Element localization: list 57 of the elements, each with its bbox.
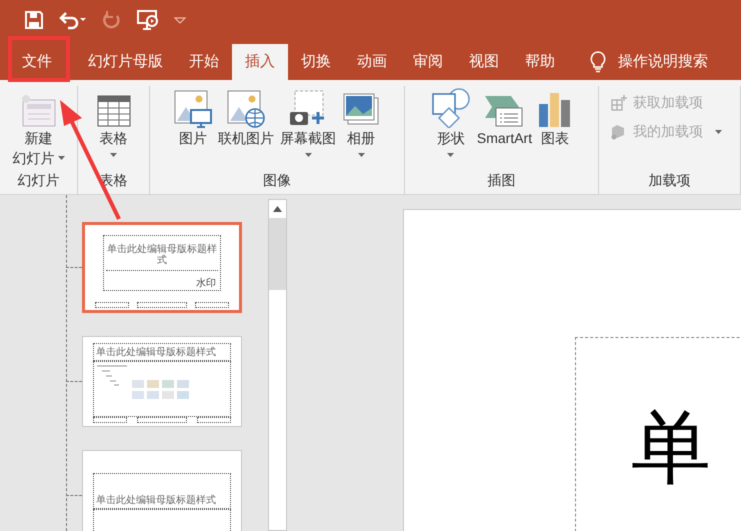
slide-title: 单 bbox=[631, 408, 712, 488]
ribbon-tab[interactable]: 审阅 bbox=[400, 44, 456, 80]
ribbon-button[interactable]: 图表 bbox=[536, 86, 574, 170]
group-label: 插图 bbox=[486, 171, 516, 190]
dropdown-caret-icon bbox=[358, 153, 364, 157]
ribbon-button[interactable]: SmartArt bbox=[474, 86, 534, 170]
thumbnail-title: 单击此处编辑母版标题样式 bbox=[96, 495, 216, 506]
undo-icon[interactable] bbox=[58, 10, 88, 30]
group-label: 幻灯片 bbox=[16, 171, 60, 190]
my-addins-icon bbox=[611, 124, 627, 140]
ribbon-tab[interactable]: 视图 bbox=[456, 44, 512, 80]
lightbulb-icon[interactable] bbox=[590, 51, 606, 73]
group-label: 加载项 bbox=[648, 171, 692, 190]
chart-icon bbox=[538, 92, 572, 128]
search-link[interactable]: 操作说明搜索 bbox=[618, 50, 708, 74]
dropdown-caret-icon bbox=[58, 156, 64, 160]
thumbnail-title: 单击此处编辑母版标题样式 bbox=[106, 242, 218, 268]
content-placeholder-icons bbox=[132, 380, 190, 400]
placeholder-box bbox=[137, 302, 187, 308]
ribbon-tab[interactable]: 切换 bbox=[288, 44, 344, 80]
thumbnail-title: 单击此处编辑母版标题样式 bbox=[96, 346, 216, 358]
slideshow-icon[interactable] bbox=[136, 9, 160, 31]
ribbon-tab[interactable]: 幻灯片母版 bbox=[75, 44, 176, 80]
get-addins-icon bbox=[611, 94, 627, 110]
slide-thumbnail[interactable]: 单击此处编辑母版标题样式 bbox=[82, 450, 242, 531]
ribbon-button[interactable]: 表格 bbox=[94, 86, 134, 170]
placeholder-box bbox=[95, 302, 129, 308]
slide-thumbnail[interactable]: 单击此处编辑母版标题样式 水印 bbox=[82, 222, 242, 313]
ribbon-button[interactable]: 形状 bbox=[428, 86, 473, 170]
table-icon bbox=[96, 94, 132, 128]
online-picture-icon bbox=[227, 90, 265, 128]
dropdown-caret-icon bbox=[304, 153, 312, 157]
dropdown-caret-icon bbox=[715, 130, 722, 134]
dropdown-caret-icon bbox=[110, 153, 117, 157]
ribbon-button[interactable]: 新建 幻灯片 bbox=[10, 86, 66, 170]
slide-thumbnail[interactable]: 单击此处编辑母版标题样式 bbox=[82, 336, 242, 427]
dropdown-caret-icon bbox=[447, 153, 454, 157]
scrollbar-thumb[interactable] bbox=[269, 218, 286, 290]
picture-icon bbox=[174, 90, 212, 128]
ribbon-button[interactable]: 相册 bbox=[340, 86, 382, 170]
ribbon-tab[interactable]: 开始 bbox=[176, 44, 232, 80]
shapes-icon bbox=[430, 88, 471, 128]
ribbon-button[interactable]: 联机图片 bbox=[216, 86, 276, 170]
ribbon-tab[interactable]: 文件 bbox=[9, 44, 65, 80]
ribbon-button[interactable]: 屏幕截图 bbox=[278, 86, 338, 170]
customize-caret-icon[interactable] bbox=[174, 15, 186, 25]
screenshot-icon bbox=[289, 90, 327, 128]
placeholder-box bbox=[195, 302, 229, 308]
annotation-box bbox=[8, 36, 70, 82]
save-icon[interactable] bbox=[24, 10, 44, 30]
ribbon-tab[interactable]: 插入 bbox=[232, 44, 288, 80]
group-label: 图像 bbox=[262, 171, 292, 190]
ribbon-tab[interactable]: 帮助 bbox=[512, 44, 568, 80]
up-arrow-icon bbox=[273, 206, 282, 212]
ribbon-tab[interactable]: 动画 bbox=[344, 44, 400, 80]
ribbon-button[interactable]: 图片 bbox=[172, 86, 214, 170]
thumbnail-watermark: 水印 bbox=[196, 278, 216, 290]
